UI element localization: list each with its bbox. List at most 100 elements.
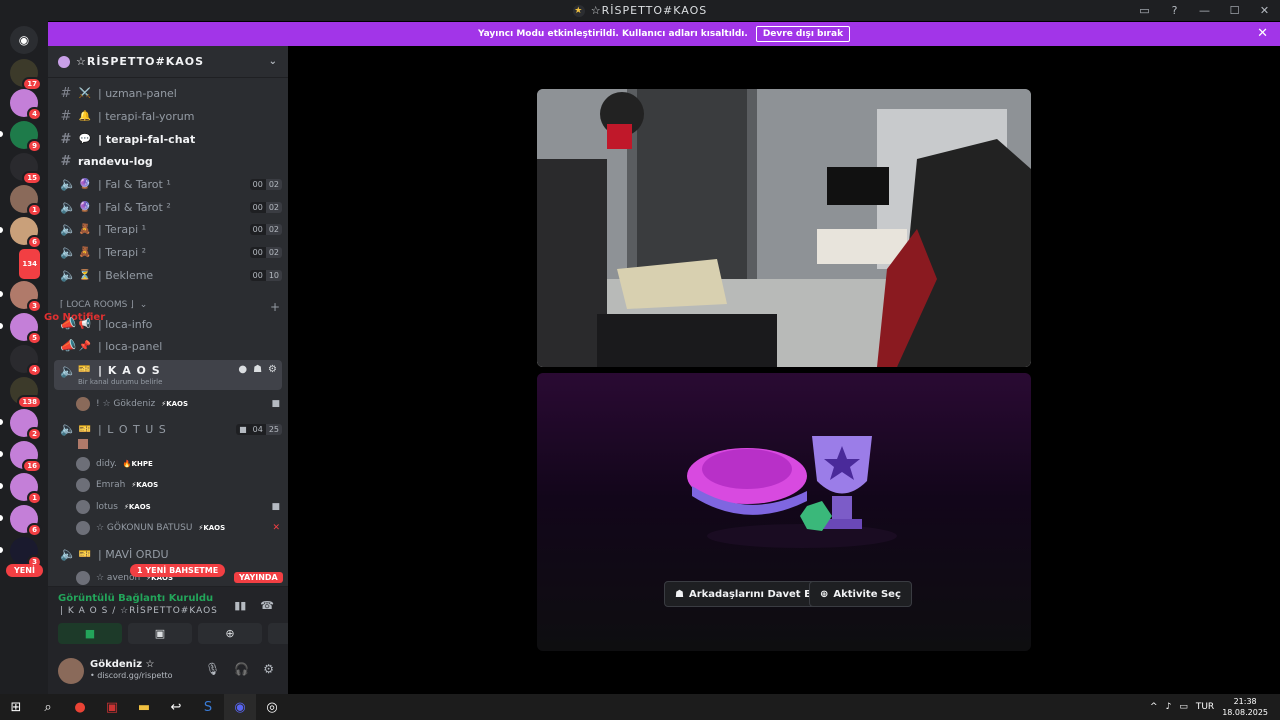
connection-channel[interactable]: | K A O S / ☆RİSPETTO#KAOS bbox=[60, 606, 218, 616]
voice-channel-item[interactable]: 🔈 🎫 | MAVİ ORDU bbox=[54, 544, 282, 565]
help-icon[interactable]: ? bbox=[1160, 0, 1190, 21]
server-icon[interactable]: 16 bbox=[10, 441, 42, 473]
voice-channel-item[interactable]: 🔈 🎫 | L O T U S ■ 04 25 bbox=[54, 419, 282, 440]
chat-icon[interactable]: ● bbox=[238, 364, 248, 375]
channel-item[interactable]: 📣 📌 | loca-panel bbox=[54, 336, 282, 357]
network-icon[interactable]: ▭ bbox=[1179, 702, 1188, 712]
channel-label: | Fal & Tarot ¹ bbox=[98, 178, 171, 191]
add-channel-icon[interactable]: + bbox=[270, 300, 280, 314]
choose-activity-label: Aktivite Seç bbox=[833, 588, 901, 600]
user-tag: ⚡KAOS bbox=[198, 523, 226, 532]
gear-icon[interactable]: ⚙ bbox=[263, 662, 274, 676]
channel-status[interactable]: Bir kanal durumu belirle bbox=[78, 378, 162, 386]
deafened-icon: ✕ bbox=[272, 522, 280, 533]
server-icon[interactable]: 2 bbox=[10, 409, 42, 441]
server-icon[interactable]: 1 bbox=[10, 185, 42, 217]
voice-user[interactable]: Emrah ⚡KAOS bbox=[76, 475, 280, 494]
user-tag: ⚡KAOS bbox=[161, 399, 189, 408]
invite-icon[interactable]: ☗ bbox=[253, 364, 263, 375]
voice-user[interactable]: ☆ GÖKONUN BATUSU ⚡KAOS ✕ bbox=[76, 518, 280, 537]
unread-indicator bbox=[0, 291, 3, 297]
server-icon[interactable]: ♛134 bbox=[10, 247, 42, 281]
chrome-icon[interactable]: ● bbox=[64, 694, 96, 720]
minimize-button[interactable]: — bbox=[1190, 0, 1220, 21]
clock[interactable]: 21:38 18.08.2025 bbox=[1222, 696, 1268, 718]
user-name: Gökdeniz ☆ bbox=[90, 659, 155, 670]
server-icon[interactable]: 17 bbox=[10, 59, 42, 91]
file-explorer-icon[interactable]: ▬ bbox=[128, 694, 160, 720]
server-icon[interactable]: 5 bbox=[10, 313, 42, 345]
obs-icon[interactable]: ◎ bbox=[256, 694, 288, 720]
invite-friends-button[interactable]: ☗ Arkadaşlarını Davet Et bbox=[664, 581, 827, 607]
video-tile[interactable] bbox=[537, 89, 1031, 367]
server-icon[interactable]: 9 bbox=[10, 121, 42, 153]
app-s-icon[interactable]: S bbox=[192, 694, 224, 720]
server-icon[interactable]: 3 bbox=[10, 537, 42, 569]
microphone-icon[interactable]: 🎙 bbox=[205, 662, 220, 676]
headphones-icon[interactable]: 🎧 bbox=[234, 662, 249, 676]
server-icon[interactable]: 1 bbox=[10, 473, 42, 505]
chevron-up-icon[interactable]: ^ bbox=[1150, 702, 1158, 712]
channel-item[interactable]: # randevu-log bbox=[54, 151, 282, 172]
unread-badge: 9 bbox=[27, 139, 42, 153]
volume-icon[interactable]: ♪ bbox=[1166, 702, 1172, 712]
channel-item[interactable]: # 🔔 | terapi-fal-yorum bbox=[54, 106, 282, 127]
main-stage: ☗ Arkadaşlarını Davet Et ⊕ Aktivite Seç bbox=[288, 46, 1280, 694]
live-badge: YAYINDA bbox=[234, 572, 283, 583]
channel-label: | uzman-panel bbox=[98, 87, 177, 100]
close-banner-icon[interactable]: ✕ bbox=[1257, 26, 1268, 41]
server-icon[interactable]: 138 bbox=[10, 377, 42, 409]
inbox-icon[interactable]: ▭ bbox=[1130, 0, 1160, 21]
avatar[interactable] bbox=[58, 658, 84, 684]
guild-name: ☆RİSPETTO#KAOS bbox=[76, 55, 205, 68]
unread-indicator bbox=[0, 515, 3, 521]
app-icon[interactable]: ↩ bbox=[160, 694, 192, 720]
discord-home-icon[interactable]: ◉ bbox=[10, 26, 38, 54]
new-unreads-pill[interactable]: YENİ bbox=[6, 564, 43, 577]
voice-channel-item[interactable]: 🔈 🔮 | Fal & Tarot ² 00 02 bbox=[54, 197, 282, 218]
noise-suppression-icon[interactable]: ▮▮ bbox=[234, 599, 246, 612]
server-icon[interactable]: 15 bbox=[10, 153, 42, 185]
screen-share-button[interactable]: ▣ bbox=[128, 623, 192, 644]
server-icon[interactable]: 6 bbox=[10, 505, 42, 537]
server-icon[interactable]: 4 bbox=[10, 345, 42, 377]
voice-user[interactable]: didy. 🔥KHPE bbox=[76, 454, 280, 473]
voice-channel-item[interactable]: 🔈 🔮 | Fal & Tarot ¹ 00 02 bbox=[54, 174, 282, 195]
new-mention-pill[interactable]: 1 YENİ BAHSETME bbox=[130, 564, 226, 577]
camera-button[interactable]: ■ bbox=[58, 623, 122, 644]
disable-streamer-mode-button[interactable]: Devre dışı bırak bbox=[755, 26, 851, 42]
channel-emoji: 🔔 bbox=[78, 111, 92, 122]
channel-label: randevu-log bbox=[78, 155, 153, 168]
unread-badge: 4 bbox=[27, 363, 42, 377]
voice-channel-item[interactable]: 🔈 ⏳ | Bekleme 00 10 bbox=[54, 265, 282, 286]
activity-button[interactable]: ⊕ bbox=[198, 623, 262, 644]
channel-item[interactable]: # ⚔️ | uzman-panel bbox=[54, 83, 282, 104]
server-icon[interactable]: 4 bbox=[10, 89, 42, 121]
channel-emoji: 🔮 bbox=[78, 202, 92, 213]
maximize-button[interactable]: ☐ bbox=[1220, 0, 1250, 21]
discord-taskbar-icon[interactable]: ◉ bbox=[224, 694, 256, 720]
close-button[interactable]: ✕ bbox=[1250, 0, 1280, 21]
unread-indicator bbox=[0, 419, 3, 425]
voice-channel-item[interactable]: 🔈 🧸 | Terapi ¹ 00 02 bbox=[54, 219, 282, 240]
start-icon[interactable]: ⊞ bbox=[0, 694, 32, 720]
server-icon[interactable]: 6 bbox=[10, 217, 42, 249]
voice-user[interactable]: lotus ⚡KAOS ■ bbox=[76, 497, 280, 516]
channel-label: | Fal & Tarot ² bbox=[98, 201, 171, 214]
channel-item[interactable]: 📣 📢 | loca-info bbox=[54, 314, 282, 335]
language-indicator[interactable]: TUR bbox=[1196, 702, 1214, 712]
search-icon[interactable]: ⌕ bbox=[32, 694, 64, 720]
connection-status[interactable]: Görüntülü Bağlantı Kuruldu bbox=[58, 593, 213, 604]
disconnect-icon[interactable]: ☎ bbox=[260, 599, 274, 612]
server-icon[interactable]: 3 bbox=[10, 281, 42, 313]
choose-activity-button[interactable]: ⊕ Aktivite Seç bbox=[809, 581, 912, 607]
voicemod-icon[interactable]: ▣ bbox=[96, 694, 128, 720]
voice-user[interactable]: ! ☆ Gökdeniz ⚡KAOS ■ bbox=[76, 394, 280, 413]
gear-icon[interactable]: ⚙ bbox=[268, 364, 278, 375]
active-voice-channel[interactable]: 🔈 🎫 | K A O S Bir kanal durumu belirle ●… bbox=[54, 360, 282, 390]
channel-item[interactable]: # 💬 | terapi-fal-chat bbox=[54, 129, 282, 150]
voice-channel-item[interactable]: 🔈 🧸 | Terapi ² 00 02 bbox=[54, 242, 282, 263]
guild-header[interactable]: ☆RİSPETTO#KAOS ⌄ bbox=[48, 46, 288, 78]
channel-label: | Bekleme bbox=[98, 269, 154, 282]
server-list: ◉ 17 4 9 15 1 6 ♛134 3 5 4 138 2 16 1 6 … bbox=[0, 21, 48, 694]
